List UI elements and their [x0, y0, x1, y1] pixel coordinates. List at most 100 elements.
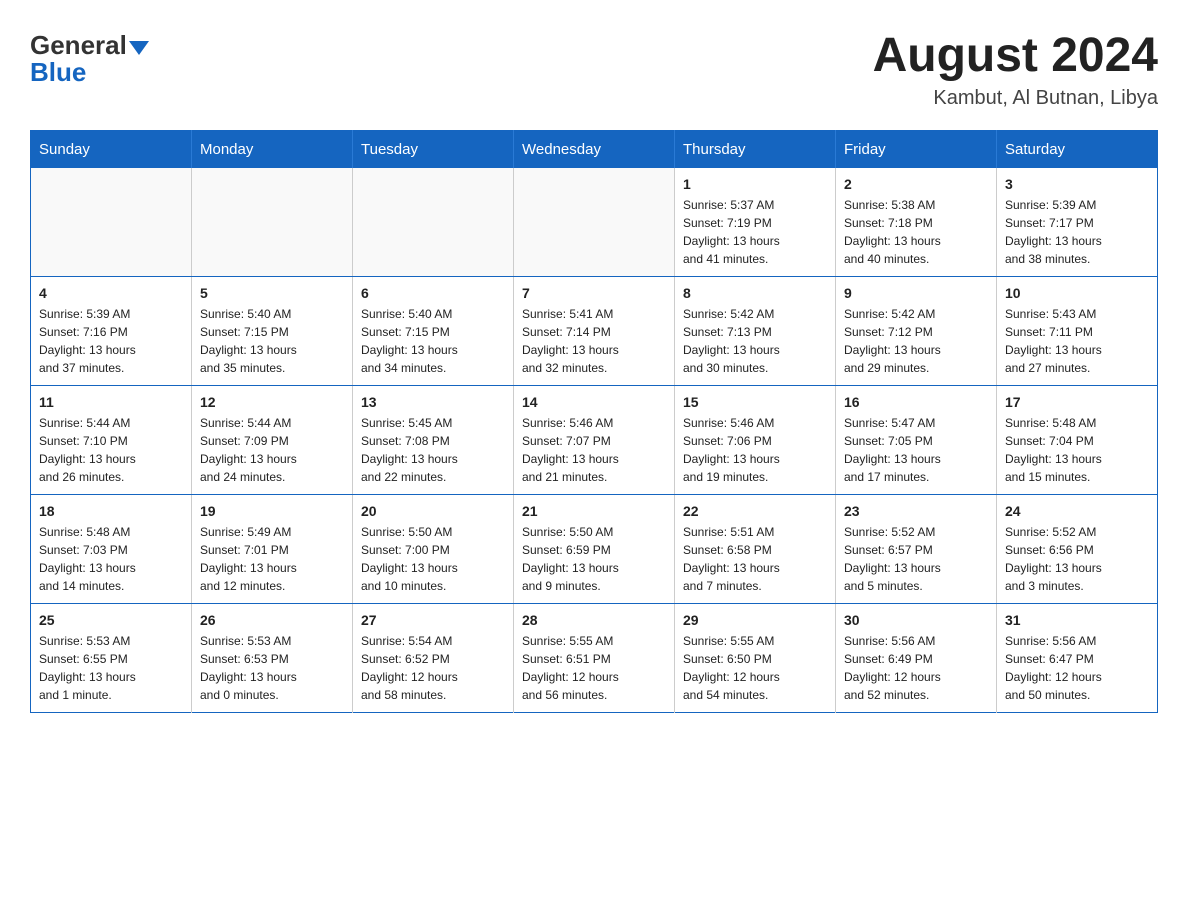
calendar-day-cell: 19 Sunrise: 5:49 AM Sunset: 7:01 PM Dayli…: [192, 494, 353, 603]
day-of-week-header: Wednesday: [514, 130, 675, 168]
calendar-day-cell: 18 Sunrise: 5:48 AM Sunset: 7:03 PM Dayli…: [31, 494, 192, 603]
day-of-week-header: Monday: [192, 130, 353, 168]
calendar-day-cell: 22 Sunrise: 5:51 AM Sunset: 6:58 PM Dayli…: [675, 494, 836, 603]
day-number: 11: [39, 394, 183, 410]
day-info: Sunrise: 5:55 AM Sunset: 6:51 PM Dayligh…: [522, 632, 666, 704]
calendar-week-row: 4 Sunrise: 5:39 AM Sunset: 7:16 PM Daylig…: [31, 276, 1158, 385]
day-info: Sunrise: 5:53 AM Sunset: 6:55 PM Dayligh…: [39, 632, 183, 704]
calendar-day-cell: [31, 168, 192, 277]
day-info: Sunrise: 5:49 AM Sunset: 7:01 PM Dayligh…: [200, 523, 344, 595]
day-number: 8: [683, 285, 827, 301]
calendar-day-cell: 23 Sunrise: 5:52 AM Sunset: 6:57 PM Dayli…: [836, 494, 997, 603]
day-number: 18: [39, 503, 183, 519]
day-number: 24: [1005, 503, 1149, 519]
day-info: Sunrise: 5:51 AM Sunset: 6:58 PM Dayligh…: [683, 523, 827, 595]
day-of-week-header: Tuesday: [353, 130, 514, 168]
day-number: 2: [844, 176, 988, 192]
day-number: 29: [683, 612, 827, 628]
day-info: Sunrise: 5:44 AM Sunset: 7:10 PM Dayligh…: [39, 414, 183, 486]
calendar-day-cell: 1Sunrise: 5:37 AM Sunset: 7:19 PM Daylig…: [675, 168, 836, 277]
logo: General Blue: [30, 30, 149, 88]
day-of-week-header: Saturday: [997, 130, 1158, 168]
calendar-day-cell: [192, 168, 353, 277]
day-number: 12: [200, 394, 344, 410]
day-info: Sunrise: 5:48 AM Sunset: 7:04 PM Dayligh…: [1005, 414, 1149, 486]
calendar-day-cell: 13Sunrise: 5:45 AM Sunset: 7:08 PM Dayli…: [353, 385, 514, 494]
calendar-day-cell: 24 Sunrise: 5:52 AM Sunset: 6:56 PM Dayli…: [997, 494, 1158, 603]
day-number: 14: [522, 394, 666, 410]
day-of-week-header: Sunday: [31, 130, 192, 168]
day-info: Sunrise: 5:43 AM Sunset: 7:11 PM Dayligh…: [1005, 305, 1149, 377]
day-number: 1: [683, 176, 827, 192]
day-number: 17: [1005, 394, 1149, 410]
day-number: 19: [200, 503, 344, 519]
calendar-day-cell: 6Sunrise: 5:40 AM Sunset: 7:15 PM Daylig…: [353, 276, 514, 385]
day-info: Sunrise: 5:39 AM Sunset: 7:16 PM Dayligh…: [39, 305, 183, 377]
calendar-day-cell: 8 Sunrise: 5:42 AM Sunset: 7:13 PM Daylig…: [675, 276, 836, 385]
day-info: Sunrise: 5:38 AM Sunset: 7:18 PM Dayligh…: [844, 196, 988, 268]
day-number: 20: [361, 503, 505, 519]
calendar-day-cell: 14 Sunrise: 5:46 AM Sunset: 7:07 PM Dayli…: [514, 385, 675, 494]
day-number: 25: [39, 612, 183, 628]
day-info: Sunrise: 5:44 AM Sunset: 7:09 PM Dayligh…: [200, 414, 344, 486]
day-number: 26: [200, 612, 344, 628]
day-number: 16: [844, 394, 988, 410]
day-number: 15: [683, 394, 827, 410]
page-header: General Blue August 2024 Kambut, Al Butn…: [30, 30, 1158, 110]
day-info: Sunrise: 5:50 AM Sunset: 7:00 PM Dayligh…: [361, 523, 505, 595]
calendar-table: SundayMondayTuesdayWednesdayThursdayFrid…: [30, 130, 1158, 713]
day-number: 21: [522, 503, 666, 519]
calendar-week-row: 11 Sunrise: 5:44 AM Sunset: 7:10 PM Dayli…: [31, 385, 1158, 494]
day-info: Sunrise: 5:46 AM Sunset: 7:06 PM Dayligh…: [683, 414, 827, 486]
day-number: 22: [683, 503, 827, 519]
calendar-day-cell: 29Sunrise: 5:55 AM Sunset: 6:50 PM Dayli…: [675, 603, 836, 712]
day-number: 6: [361, 285, 505, 301]
day-info: Sunrise: 5:52 AM Sunset: 6:57 PM Dayligh…: [844, 523, 988, 595]
day-number: 5: [200, 285, 344, 301]
day-info: Sunrise: 5:48 AM Sunset: 7:03 PM Dayligh…: [39, 523, 183, 595]
calendar-day-cell: 25 Sunrise: 5:53 AM Sunset: 6:55 PM Dayli…: [31, 603, 192, 712]
day-info: Sunrise: 5:53 AM Sunset: 6:53 PM Dayligh…: [200, 632, 344, 704]
calendar-day-cell: 7Sunrise: 5:41 AM Sunset: 7:14 PM Daylig…: [514, 276, 675, 385]
day-info: Sunrise: 5:56 AM Sunset: 6:49 PM Dayligh…: [844, 632, 988, 704]
calendar-day-cell: 10 Sunrise: 5:43 AM Sunset: 7:11 PM Dayli…: [997, 276, 1158, 385]
day-number: 10: [1005, 285, 1149, 301]
calendar-day-cell: 9 Sunrise: 5:42 AM Sunset: 7:12 PM Daylig…: [836, 276, 997, 385]
day-info: Sunrise: 5:39 AM Sunset: 7:17 PM Dayligh…: [1005, 196, 1149, 268]
day-info: Sunrise: 5:45 AM Sunset: 7:08 PM Dayligh…: [361, 414, 505, 486]
day-info: Sunrise: 5:54 AM Sunset: 6:52 PM Dayligh…: [361, 632, 505, 704]
calendar-day-cell: 5Sunrise: 5:40 AM Sunset: 7:15 PM Daylig…: [192, 276, 353, 385]
calendar-week-row: 1Sunrise: 5:37 AM Sunset: 7:19 PM Daylig…: [31, 168, 1158, 277]
calendar-day-cell: 31Sunrise: 5:56 AM Sunset: 6:47 PM Dayli…: [997, 603, 1158, 712]
calendar-day-cell: 21 Sunrise: 5:50 AM Sunset: 6:59 PM Dayli…: [514, 494, 675, 603]
calendar-day-cell: [514, 168, 675, 277]
day-info: Sunrise: 5:41 AM Sunset: 7:14 PM Dayligh…: [522, 305, 666, 377]
day-number: 9: [844, 285, 988, 301]
calendar-day-cell: 2 Sunrise: 5:38 AM Sunset: 7:18 PM Daylig…: [836, 168, 997, 277]
calendar-day-cell: [353, 168, 514, 277]
day-info: Sunrise: 5:50 AM Sunset: 6:59 PM Dayligh…: [522, 523, 666, 595]
calendar-day-cell: 11 Sunrise: 5:44 AM Sunset: 7:10 PM Dayli…: [31, 385, 192, 494]
calendar-day-cell: 27Sunrise: 5:54 AM Sunset: 6:52 PM Dayli…: [353, 603, 514, 712]
location-title: Kambut, Al Butnan, Libya: [873, 87, 1158, 110]
day-number: 30: [844, 612, 988, 628]
day-of-week-header: Friday: [836, 130, 997, 168]
day-number: 3: [1005, 176, 1149, 192]
day-info: Sunrise: 5:42 AM Sunset: 7:13 PM Dayligh…: [683, 305, 827, 377]
calendar-day-cell: 4 Sunrise: 5:39 AM Sunset: 7:16 PM Daylig…: [31, 276, 192, 385]
day-info: Sunrise: 5:52 AM Sunset: 6:56 PM Dayligh…: [1005, 523, 1149, 595]
day-info: Sunrise: 5:46 AM Sunset: 7:07 PM Dayligh…: [522, 414, 666, 486]
calendar-day-cell: 3 Sunrise: 5:39 AM Sunset: 7:17 PM Daylig…: [997, 168, 1158, 277]
day-number: 28: [522, 612, 666, 628]
calendar-day-cell: 20 Sunrise: 5:50 AM Sunset: 7:00 PM Dayli…: [353, 494, 514, 603]
day-info: Sunrise: 5:56 AM Sunset: 6:47 PM Dayligh…: [1005, 632, 1149, 704]
day-number: 4: [39, 285, 183, 301]
title-area: August 2024 Kambut, Al Butnan, Libya: [873, 30, 1158, 110]
day-number: 23: [844, 503, 988, 519]
calendar-day-cell: 12 Sunrise: 5:44 AM Sunset: 7:09 PM Dayli…: [192, 385, 353, 494]
calendar-week-row: 25 Sunrise: 5:53 AM Sunset: 6:55 PM Dayli…: [31, 603, 1158, 712]
calendar-day-cell: 26 Sunrise: 5:53 AM Sunset: 6:53 PM Dayli…: [192, 603, 353, 712]
calendar-day-cell: 16Sunrise: 5:47 AM Sunset: 7:05 PM Dayli…: [836, 385, 997, 494]
day-info: Sunrise: 5:42 AM Sunset: 7:12 PM Dayligh…: [844, 305, 988, 377]
logo-arrow-icon: [129, 41, 149, 55]
